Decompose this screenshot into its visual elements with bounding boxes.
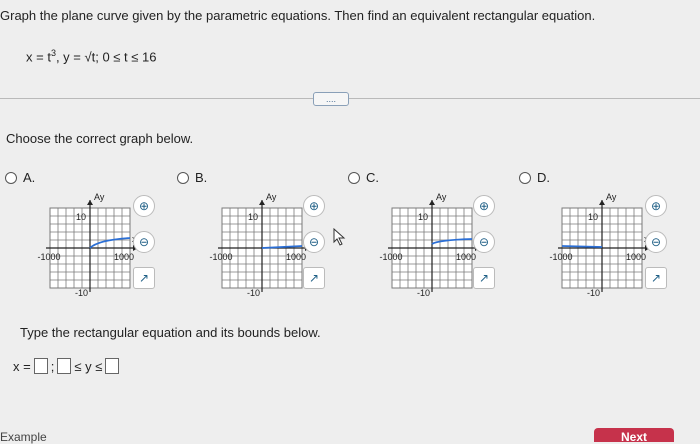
popout-icon[interactable]: ↗: [133, 267, 155, 289]
answer-row: x = ; ≤ y ≤: [13, 358, 120, 374]
upper-bound-input[interactable]: [105, 358, 120, 374]
x-max-label: 1000: [114, 252, 134, 262]
option-b[interactable]: B.: [177, 170, 207, 185]
x-min-label: -1000: [549, 252, 572, 262]
graph-c[interactable]: Ay10-10-10001000x: [370, 188, 530, 298]
popout-icon[interactable]: ↗: [473, 267, 495, 289]
y-min-label: -10: [75, 288, 88, 298]
option-b-label: B.: [195, 170, 208, 185]
coordinate-grid: Ay10-10-10001000x: [379, 192, 480, 298]
y-min-label: -10: [587, 288, 600, 298]
zoom-in-icon[interactable]: ⊕: [303, 195, 325, 217]
zoom-in-icon[interactable]: ⊕: [473, 195, 495, 217]
y-axis-arrow: [259, 200, 265, 205]
y-axis-arrow: [87, 200, 93, 205]
lower-bound-input[interactable]: [57, 358, 72, 374]
radio-c[interactable]: [348, 171, 360, 184]
more-button[interactable]: ....: [313, 92, 349, 106]
y-axis-label: Ay: [94, 192, 105, 202]
y-axis-arrow: [429, 200, 435, 205]
y-max-label: 10: [588, 212, 598, 222]
answer-separator: ;: [50, 358, 55, 374]
zoom-in-icon[interactable]: ⊕: [133, 195, 155, 217]
y-min-label: -10: [247, 288, 260, 298]
y-min-label: -10: [417, 288, 430, 298]
option-c-label: C.: [366, 170, 379, 185]
equation-y: , y = √t; 0 ≤ t ≤ 16: [55, 49, 157, 65]
y-axis-label: Ay: [436, 192, 447, 202]
type-prompt: Type the rectangular equation and its bo…: [20, 325, 321, 340]
option-c[interactable]: C.: [348, 170, 379, 185]
x-min-label: -1000: [379, 252, 402, 262]
y-max-label: 10: [418, 212, 428, 222]
option-d[interactable]: D.: [519, 170, 550, 185]
parametric-equation: x = t3, y = √t; 0 ≤ t ≤ 16: [26, 48, 156, 64]
equation-input[interactable]: [33, 358, 48, 374]
y-max-label: 10: [76, 212, 86, 222]
popout-icon[interactable]: ↗: [303, 267, 325, 289]
divider: [0, 98, 700, 99]
coordinate-grid: Ay10-10-10001000x: [37, 192, 138, 298]
example-link[interactable]: Example: [0, 430, 47, 444]
choose-prompt: Choose the correct graph below.: [6, 131, 194, 146]
coordinate-grid: Ay10-10-10001000x: [549, 192, 650, 298]
mouse-cursor-icon: [333, 228, 346, 246]
x-max-label: 1000: [626, 252, 646, 262]
next-button[interactable]: Next: [594, 428, 674, 442]
x-min-label: -1000: [209, 252, 232, 262]
tools-b: ⊕ ⊖ ↗: [303, 195, 327, 303]
answer-inequality: ≤ y ≤: [74, 358, 103, 374]
y-axis-label: Ay: [606, 192, 617, 202]
tools-d: ⊕ ⊖ ↗: [645, 195, 669, 303]
y-axis-arrow: [599, 200, 605, 205]
zoom-out-icon[interactable]: ⊖: [303, 231, 325, 253]
radio-d[interactable]: [519, 171, 531, 184]
tools-a: ⊕ ⊖ ↗: [133, 195, 157, 303]
graph-a[interactable]: Ay10-10-10001000x: [28, 188, 188, 298]
graph-d[interactable]: Ay10-10-10001000x: [540, 188, 700, 298]
option-a-label: A.: [23, 170, 36, 185]
equation-x: x = t: [26, 49, 51, 65]
popout-icon[interactable]: ↗: [645, 267, 667, 289]
zoom-out-icon[interactable]: ⊖: [473, 231, 495, 253]
radio-b[interactable]: [177, 171, 189, 184]
answer-lhs: x =: [13, 358, 31, 374]
option-d-label: D.: [537, 170, 550, 185]
radio-a[interactable]: [5, 171, 17, 184]
zoom-in-icon[interactable]: ⊕: [645, 195, 667, 217]
y-max-label: 10: [248, 212, 258, 222]
x-min-label: -1000: [37, 252, 60, 262]
tools-c: ⊕ ⊖ ↗: [473, 195, 497, 303]
curve-path: [561, 245, 603, 248]
y-axis-label: Ay: [266, 192, 277, 202]
option-a[interactable]: A.: [5, 170, 35, 185]
zoom-out-icon[interactable]: ⊖: [133, 231, 155, 253]
zoom-out-icon[interactable]: ⊖: [645, 231, 667, 253]
question-text: Graph the plane curve given by the param…: [0, 8, 596, 23]
